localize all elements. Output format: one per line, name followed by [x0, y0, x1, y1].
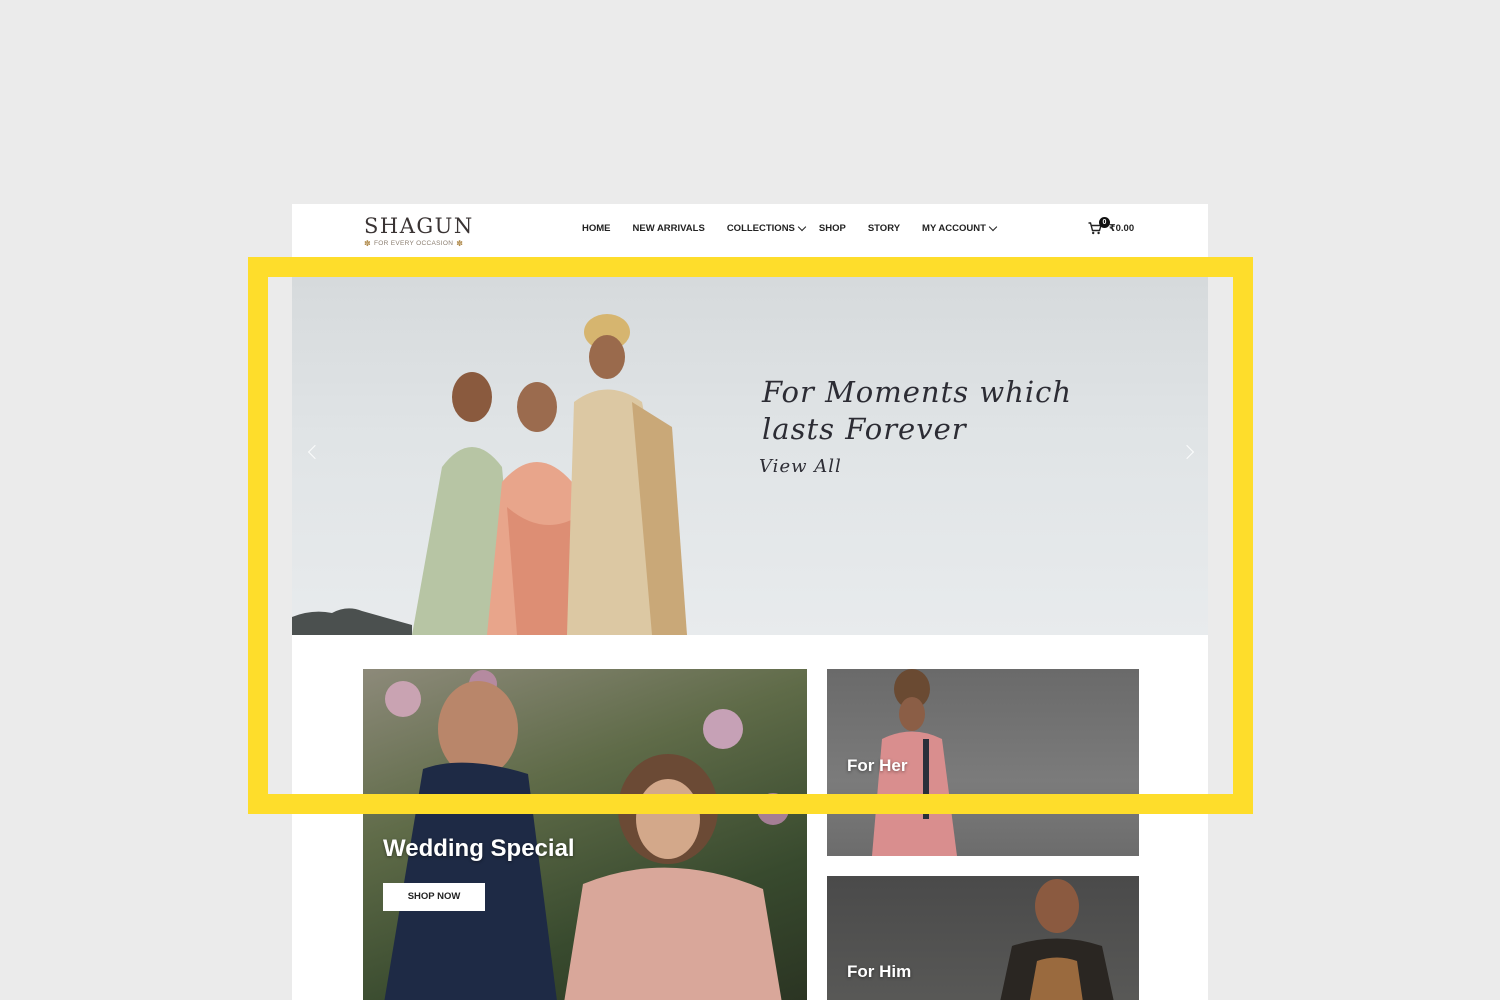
nav-item-new-arrivals[interactable]: NEW ARRIVALS	[633, 223, 705, 234]
hero-headline-line: lasts Forever	[762, 412, 967, 446]
banner-wedding-special[interactable]: Wedding Special SHOP NOW	[363, 669, 807, 1000]
cart-count-badge: 0	[1099, 217, 1110, 228]
nav-label: STORY	[867, 223, 901, 234]
chevron-down-icon	[797, 222, 807, 231]
chevron-down-icon	[988, 222, 998, 231]
nav-label: SHOP	[818, 223, 846, 234]
nav-item-collections[interactable]: COLLECTIONS	[726, 222, 807, 234]
site-header: SHAGUN ✽ FOR EVERY OCCASION ✽ HOME NEW A…	[292, 204, 1208, 277]
hero-headline-line: For Moments which	[762, 375, 1073, 409]
nav-item-shop[interactable]: SHOP	[819, 223, 846, 234]
hero-image-couple	[412, 314, 687, 635]
nav-item-home[interactable]: HOME	[582, 223, 611, 234]
nav-label: MY ACCOUNT	[922, 223, 986, 234]
nav-item-my-account[interactable]: MY ACCOUNT	[922, 222, 998, 234]
hero-slider: For Moments which lasts Forever View All	[292, 277, 1208, 635]
nav-label: COLLECTIONS	[726, 223, 795, 234]
banner-for-him[interactable]: For Him	[827, 876, 1139, 1000]
website-window: SHAGUN ✽ FOR EVERY OCCASION ✽ HOME NEW A…	[292, 204, 1208, 1000]
cart-total: ₹0.00	[1109, 223, 1135, 234]
brand-tagline-row: ✽ FOR EVERY OCCASION ✽	[364, 239, 474, 248]
banner-title: For Him	[847, 962, 912, 981]
flower-icon: ✽	[364, 239, 372, 248]
hero-headline: For Moments which lasts Forever	[762, 374, 1122, 448]
nav-label: NEW ARRIVALS	[632, 223, 705, 234]
chevron-right-icon[interactable]	[1179, 444, 1195, 460]
chevron-left-icon[interactable]	[307, 444, 323, 460]
brand-tagline: FOR EVERY OCCASION	[374, 240, 454, 247]
nav-label: HOME	[582, 223, 611, 234]
brand-name: SHAGUN	[364, 214, 474, 238]
shop-now-button[interactable]: SHOP NOW	[383, 883, 485, 911]
main-nav: HOME NEW ARRIVALS COLLECTIONS SHOP STORY…	[582, 222, 998, 234]
banner-for-her[interactable]: For Her	[827, 669, 1139, 856]
banner-title: For Her	[847, 756, 908, 775]
view-all-link[interactable]: View All	[759, 456, 1122, 477]
nav-item-story[interactable]: STORY	[868, 223, 900, 234]
brand-logo[interactable]: SHAGUN ✽ FOR EVERY OCCASION ✽	[364, 214, 474, 248]
cart-button[interactable]: 0 ₹0.00	[1088, 217, 1135, 235]
banner-title: Wedding Special	[383, 835, 575, 862]
hero-caption: For Moments which lasts Forever View All	[759, 374, 1122, 477]
cart-icon: 0	[1088, 217, 1110, 235]
flower-icon: ✽	[456, 239, 464, 248]
